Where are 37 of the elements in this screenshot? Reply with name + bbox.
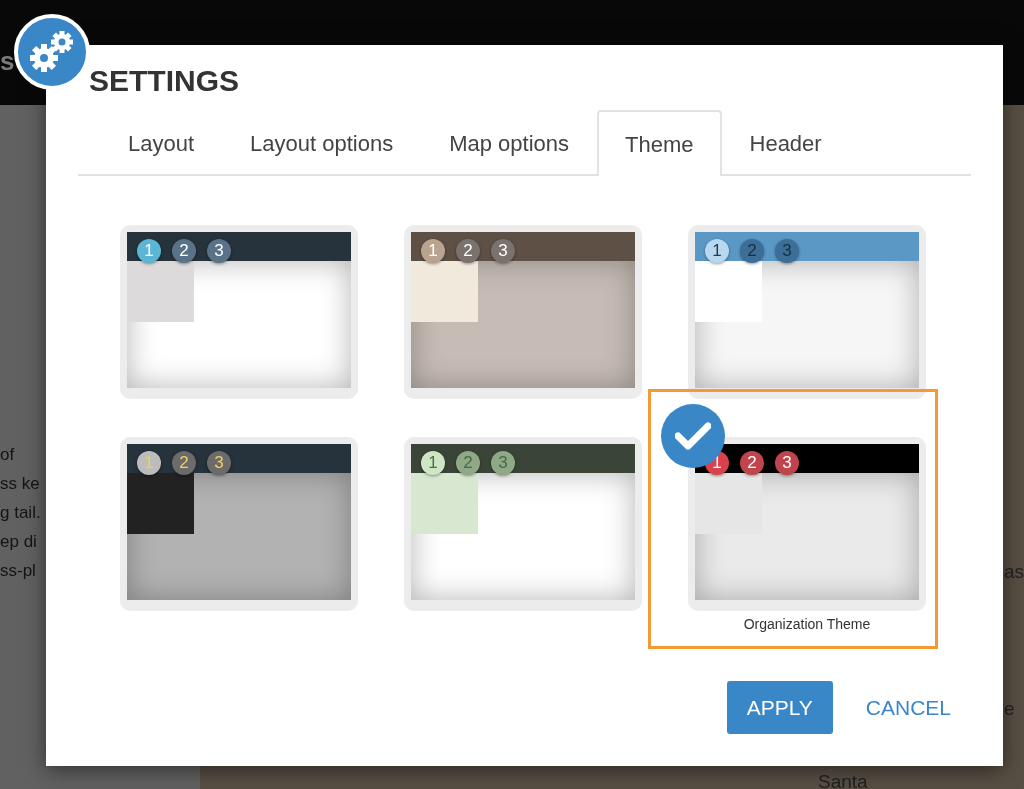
- step-number: 1: [428, 241, 438, 261]
- step-number: 2: [747, 453, 757, 473]
- tab[interactable]: Layout options: [222, 110, 422, 176]
- step-number: 2: [179, 453, 189, 473]
- step-number: 1: [144, 241, 154, 261]
- theme-card[interactable]: 1 2 3: [120, 225, 358, 399]
- body-text: ss-pl: [0, 560, 36, 582]
- apply-button[interactable]: APPLY: [726, 681, 833, 734]
- tab[interactable]: Header: [721, 110, 850, 176]
- body-text: ss ke: [0, 473, 40, 495]
- step-number: 3: [214, 241, 224, 261]
- tab[interactable]: Layout: [100, 110, 223, 176]
- body-text: g tail.: [0, 502, 41, 524]
- step-number: 1: [712, 241, 722, 261]
- step-number: 2: [179, 241, 189, 261]
- tab[interactable]: Map options: [421, 110, 598, 176]
- cancel-link[interactable]: CANCEL: [865, 681, 951, 734]
- step-number: 3: [214, 453, 224, 473]
- dialog-title: SETTINGS: [89, 63, 239, 99]
- step-number: 3: [782, 453, 792, 473]
- theme-card[interactable]: 1 2 3: [404, 225, 642, 399]
- theme-card[interactable]: 1 2 3: [688, 225, 926, 399]
- step-number: 2: [747, 241, 757, 261]
- body-text: of: [0, 444, 15, 466]
- header-text: s: [0, 45, 15, 78]
- body-text: ep di: [0, 531, 37, 553]
- step-number: 3: [782, 241, 792, 261]
- theme-name: Organization Theme: [742, 615, 872, 634]
- theme-card[interactable]: 1 2 3: [120, 437, 358, 611]
- step-number: 2: [463, 453, 473, 473]
- step-number: 3: [498, 453, 508, 473]
- step-number: 2: [463, 241, 473, 261]
- step-number: 3: [498, 241, 508, 261]
- theme-card[interactable]: 1 2 3: [404, 437, 642, 611]
- step-number: 1: [144, 453, 154, 473]
- tab[interactable]: Theme: [597, 110, 722, 176]
- step-number: 1: [428, 453, 438, 473]
